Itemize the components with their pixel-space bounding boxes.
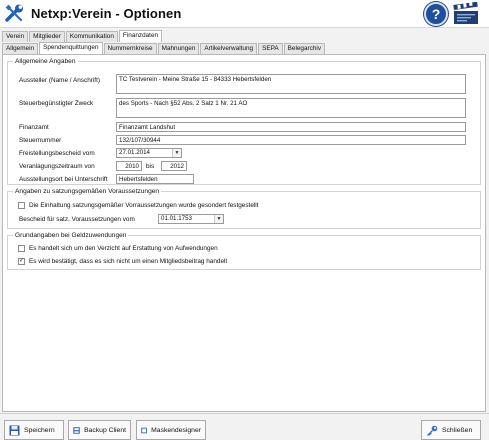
zweck-field[interactable]: des Sports - Nach §52 Abs. 2 Satz 1 Nr. … <box>116 98 466 118</box>
tab-spendenquittungen[interactable]: Spendenquittungen <box>39 42 103 54</box>
ort-label: Ausstellungsort bei Unterschrift <box>19 176 108 183</box>
tab-mahnungen[interactable]: Mahnungen <box>157 43 200 54</box>
tab-artikelverwaltung[interactable]: Artikelverwaltung <box>200 43 258 54</box>
maskendesigner-button[interactable]: Maskendesigner <box>136 420 206 440</box>
clapperboard-icon[interactable] <box>452 2 480 26</box>
mitglied-checkbox-label: Es wird bestätigt, dass es sich nicht um… <box>29 258 228 265</box>
freistellung-date-picker[interactable]: 27.01.2014 ▼ <box>116 148 182 158</box>
group-title: Allgemeine Angaben <box>13 57 78 66</box>
title-bar: Netxp:Verein - Optionen ? <box>0 0 489 28</box>
freistellung-value: 27.01.2014 <box>119 149 150 156</box>
group-allgemeine-angaben: Allgemeine Angaben Aussteller (Name / An… <box>7 57 481 185</box>
mitglied-checkbox[interactable]: ✓ <box>18 258 25 265</box>
close-button[interactable]: Schließen <box>421 420 481 440</box>
group-title: Grundangaben bei Geldzuwendungen <box>13 231 129 240</box>
wrench-icon <box>5 4 23 22</box>
group-satzung: Angaben zu satzungsgemäßen Voraussetzung… <box>7 187 481 229</box>
tab-kommunikation[interactable]: Kommunikation <box>65 31 118 42</box>
freistellung-label: Freistellungsbescheid vom <box>19 150 95 157</box>
zeitraum-label: Veranlagungszeitraum von <box>19 163 95 170</box>
bescheid-value: 01.01.1753 <box>161 215 192 222</box>
backup-client-button[interactable]: Backup Client <box>68 420 131 440</box>
help-button[interactable]: ? <box>424 2 448 26</box>
tab-verein[interactable]: Verein <box>2 31 29 42</box>
floppy-disk-icon <box>9 425 20 435</box>
tab-belegarchiv[interactable]: Belegarchiv <box>283 43 326 54</box>
zeitraum-to-field[interactable]: 2012 <box>161 161 187 171</box>
window-designer-icon <box>141 427 147 433</box>
aussteller-label: Aussteller (Name / Anschrift) <box>19 77 100 84</box>
chevron-down-icon[interactable]: ▼ <box>172 149 181 157</box>
steuernummer-field[interactable]: 132/107/30944 <box>116 135 466 145</box>
main-tabs: Verein Mitglieder Kommunikation Finanzda… <box>2 30 163 42</box>
backup-icon <box>73 426 80 434</box>
sub-tabs: Allgemein Spendenquittungen Nummernkreis… <box>2 42 326 54</box>
steuernummer-label: Steuernummer <box>19 137 62 144</box>
verzicht-checkbox-label: Es handelt sich um den Verzicht auf Erst… <box>29 245 218 252</box>
finanzamt-field[interactable]: Finanzamt Landshut <box>116 122 466 132</box>
backup-client-button-label: Backup Client <box>84 426 126 434</box>
satzung-checkbox-label: Die Einhaltung satzungsgemäßer Vorrausse… <box>29 202 259 209</box>
window-title: Netxp:Verein - Optionen <box>31 6 182 21</box>
tab-sepa[interactable]: SEPA <box>258 43 283 54</box>
zweck-label: Steuerbegünstigter Zweck <box>19 100 94 107</box>
bescheid-label: Bescheid für satz. Voraussetzungen vom <box>19 216 135 223</box>
tab-content: Allgemeine Angaben Aussteller (Name / An… <box>2 54 486 412</box>
zeitraum-bis-label: bis <box>146 163 155 170</box>
footer-toolbar: Speichern Backup Client Maskendesigner S… <box>0 413 489 440</box>
key-icon <box>427 425 438 436</box>
chevron-down-icon[interactable]: ▼ <box>214 215 223 223</box>
group-title: Angaben zu satzungsgemäßen Voraussetzung… <box>13 187 162 196</box>
maskendesigner-button-label: Maskendesigner <box>151 426 201 434</box>
close-button-label: Schließen <box>442 426 473 434</box>
tab-mitglieder[interactable]: Mitglieder <box>29 31 65 42</box>
tab-nummernkreise[interactable]: Nummernkreise <box>103 43 157 54</box>
satzung-checkbox[interactable] <box>18 202 25 209</box>
save-button[interactable]: Speichern <box>4 420 64 440</box>
tab-finanzdaten[interactable]: Finanzdaten <box>118 30 163 42</box>
save-button-label: Speichern <box>24 426 55 434</box>
group-geldzuwendungen: Grundangaben bei Geldzuwendungen Es hand… <box>7 231 481 270</box>
finanzamt-label: Finanzamt <box>19 124 49 131</box>
zeitraum-from-field[interactable]: 2010 <box>116 161 142 171</box>
ort-field[interactable]: Hebertsfelden <box>116 174 194 184</box>
verzicht-checkbox[interactable] <box>18 245 25 252</box>
bescheid-date-picker[interactable]: 01.01.1753 ▼ <box>158 214 224 224</box>
tab-allgemein[interactable]: Allgemein <box>2 43 39 54</box>
aussteller-field[interactable]: TC Testverein - Meine Straße 15 - 84333 … <box>116 74 466 94</box>
